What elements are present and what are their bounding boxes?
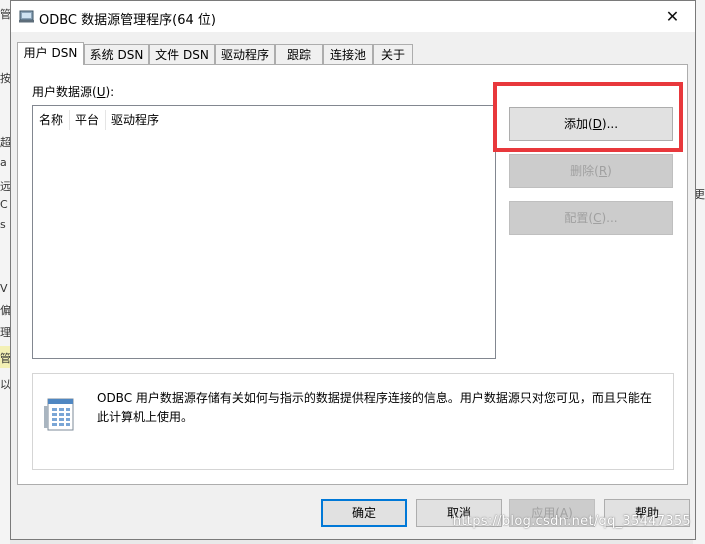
tab-user-dsn[interactable]: 用户 DSN [17, 42, 84, 65]
user-data-sources-list[interactable]: 名称 平台 驱动程序 [32, 105, 496, 359]
configure-button-label: 配置 [564, 211, 589, 225]
column-header-driver[interactable]: 驱动程序 [105, 109, 159, 131]
close-button[interactable]: ✕ [650, 1, 695, 32]
odbc-admin-window: ODBC 数据源管理程序(64 位) ✕ 用户 DSN 系统 DSN 文件 DS… [10, 0, 696, 540]
user-data-sources-label-text: 用户数据源 [32, 85, 93, 99]
title-bar[interactable]: ODBC 数据源管理程序(64 位) ✕ [11, 1, 695, 32]
column-header-platform[interactable]: 平台 [69, 109, 99, 131]
ellipsis: ... [606, 211, 618, 225]
background-text: a [0, 156, 7, 169]
ok-button[interactable]: 确定 [321, 499, 407, 527]
column-header-name[interactable]: 名称 [33, 109, 63, 131]
background-text: s [0, 218, 6, 231]
info-text: ODBC 用户数据源存储有关如何与指示的数据提供程序连接的信息。用户数据源只对您… [97, 391, 652, 424]
remove-button[interactable]: 删除(R) [509, 154, 673, 188]
tab-file-dsn[interactable]: 文件 DSN [149, 44, 215, 64]
remove-button-label: 删除 [570, 164, 595, 178]
access-key: U [96, 85, 106, 99]
background-text: V [0, 282, 8, 295]
tab-about[interactable]: 关于 [373, 44, 413, 64]
access-key: C [593, 211, 602, 225]
access-key: R [598, 164, 608, 178]
tab-drivers[interactable]: 驱动程序 [215, 44, 275, 64]
tab-connection-pooling[interactable]: 连接池 [323, 44, 373, 64]
tab-system-dsn[interactable]: 系统 DSN [84, 44, 149, 64]
user-data-sources-label: 用户数据源(U): [32, 85, 115, 99]
background-text: C [0, 198, 8, 211]
window-title: ODBC 数据源管理程序(64 位) [39, 13, 216, 28]
data-source-info-icon [44, 398, 76, 432]
info-box: ODBC 用户数据源存储有关如何与指示的数据提供程序连接的信息。用户数据源只对您… [32, 373, 674, 470]
configure-button[interactable]: 配置(C)... [509, 201, 673, 235]
annotation-highlight-box [493, 82, 683, 152]
watermark: https://blog.csdn.net/qq_35447355 [452, 514, 691, 529]
odbc-app-icon [19, 10, 35, 23]
tab-tracing[interactable]: 跟踪 [275, 44, 323, 64]
